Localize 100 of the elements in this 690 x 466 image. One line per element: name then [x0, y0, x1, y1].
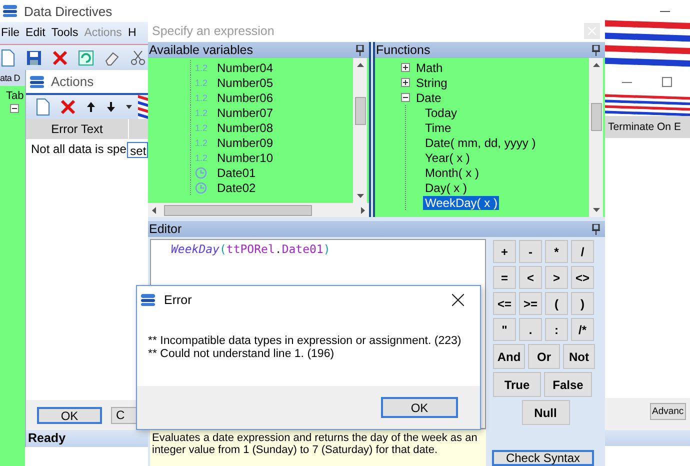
operator-button[interactable]: ( — [545, 292, 568, 315]
tree-item[interactable]: Number04 — [215, 60, 276, 74]
tree-item[interactable]: Number06 — [215, 90, 276, 104]
type-label: 1.2 — [195, 78, 207, 88]
tree-item[interactable]: Date( mm, dd, yyyy ) — [423, 136, 538, 150]
dialog-title: Error — [164, 292, 193, 306]
operator-button[interactable]: ) — [571, 292, 594, 315]
app-icon — [29, 74, 45, 90]
table-cell-text: Not all data is spe — [30, 141, 128, 158]
type-label: 1.2 — [195, 152, 207, 162]
tree-item[interactable]: Number10 — [215, 150, 276, 164]
close-icon — [452, 294, 464, 306]
operator-button[interactable]: Not — [563, 344, 595, 369]
check-syntax-button[interactable]: Check Syntax — [492, 450, 594, 466]
stripes-drawing — [138, 95, 148, 119]
scroll-thumb[interactable] — [590, 103, 602, 131]
operator-button[interactable]: <> — [571, 266, 594, 289]
operator-button[interactable]: Null — [522, 400, 570, 425]
tree-item[interactable]: Date01 — [215, 166, 258, 180]
operator-button[interactable]: + — [493, 240, 516, 263]
pin-icon — [592, 224, 600, 234]
app-icon — [2, 3, 18, 19]
menu-item[interactable]: H — [128, 27, 136, 39]
scroll-thumb[interactable] — [354, 97, 366, 125]
operator-button[interactable]: True — [493, 372, 541, 397]
tree-item[interactable]: Tab — [6, 90, 25, 102]
clock-icon — [195, 182, 207, 194]
scissors-icon — [130, 50, 146, 66]
scroll-thumb[interactable] — [164, 204, 312, 216]
operator-button[interactable]: <= — [493, 292, 516, 315]
operator-button[interactable]: >= — [519, 292, 542, 315]
operator-button[interactable]: : — [545, 318, 568, 341]
advanced-button[interactable]: Advanc — [650, 403, 686, 420]
tree-item[interactable]: Date — [414, 90, 444, 104]
type-label: 1.2 — [195, 122, 207, 132]
operator-button[interactable]: And — [493, 344, 525, 369]
tree-item[interactable]: Math — [414, 60, 445, 74]
clock-icon — [195, 166, 207, 178]
ok-button[interactable]: OK — [381, 397, 458, 418]
collapse-icon[interactable] — [401, 93, 410, 102]
delete-icon — [60, 99, 76, 115]
expand-icon[interactable] — [401, 63, 410, 72]
tab[interactable]: ata D — [0, 70, 25, 86]
type-label: 1.2 — [195, 138, 207, 148]
description-text: Evaluates a date expression and returns the day of the week as an integer value from 1 (Sunday) to 7 (Saturday) for that date. — [150, 429, 486, 466]
scroll-left-icon — [152, 206, 156, 214]
operator-button[interactable]: " — [493, 318, 516, 341]
menu-item[interactable]: Edit — [26, 27, 46, 39]
scroll-up-icon — [356, 63, 364, 67]
column-header: Error Text — [26, 119, 129, 139]
scrollbar[interactable] — [589, 58, 603, 217]
tree-item[interactable]: Date02 — [215, 180, 258, 194]
menu-item[interactable]: File — [1, 27, 20, 39]
menu-item[interactable]: Tools — [51, 27, 78, 39]
tree-item[interactable]: String — [414, 76, 450, 90]
operator-button[interactable]: = — [493, 266, 516, 289]
expand-icon[interactable] — [401, 78, 410, 87]
pin-icon — [356, 44, 364, 56]
window-title: Data Directives — [24, 4, 112, 18]
save-icon — [26, 50, 42, 66]
window-title: Actions — [51, 74, 94, 89]
operator-button[interactable]: * — [545, 240, 568, 263]
operator-button[interactable]: > — [545, 266, 568, 289]
error-message: ** Could not understand line 1. (196) — [148, 348, 336, 361]
scroll-down-icon — [356, 194, 364, 198]
new-document-icon — [36, 98, 50, 116]
up-arrow-icon — [86, 101, 96, 113]
pin-icon — [592, 44, 600, 56]
operator-button[interactable]: /* — [571, 318, 594, 341]
operator-button[interactable]: False — [544, 372, 592, 397]
tree-item[interactable]: Month( x ) — [423, 166, 482, 180]
tree-item[interactable]: Time — [423, 120, 454, 134]
tree-item[interactable]: Year( x ) — [423, 150, 472, 164]
tree-item[interactable]: Number09 — [215, 136, 276, 150]
tree-item[interactable]: Day( x ) — [423, 180, 469, 194]
panel-title: Functions — [376, 43, 430, 57]
tree-item[interactable]: Today — [423, 106, 460, 120]
tree-item[interactable]: Number08 — [215, 120, 276, 134]
cancel-button[interactable]: C — [111, 406, 137, 424]
scrollbar[interactable] — [353, 58, 367, 203]
dialog-title: Specify an expression — [152, 24, 274, 38]
tree-item[interactable]: Number05 — [215, 76, 276, 90]
close-button[interactable] — [452, 292, 466, 306]
delete-icon — [52, 50, 68, 66]
tree-item[interactable]: Number07 — [215, 106, 276, 120]
panel-title: Editor — [149, 222, 182, 236]
operator-button[interactable]: Or — [528, 344, 560, 369]
app-icon — [140, 292, 156, 308]
scroll-up-icon — [592, 63, 600, 67]
scrollbar[interactable] — [148, 203, 369, 217]
tree-item[interactable]: WeekDay( x ) — [423, 196, 500, 210]
eraser-icon — [104, 50, 120, 66]
operator-button[interactable]: - — [519, 240, 542, 263]
operator-button[interactable]: / — [571, 240, 594, 263]
cell-input-field[interactable]: set — [127, 142, 148, 158]
ok-button[interactable]: OK — [37, 406, 102, 424]
dropdown-arrow-icon — [126, 105, 132, 109]
type-label: 1.2 — [195, 92, 207, 102]
operator-button[interactable]: . — [519, 318, 542, 341]
operator-button[interactable]: < — [519, 266, 542, 289]
